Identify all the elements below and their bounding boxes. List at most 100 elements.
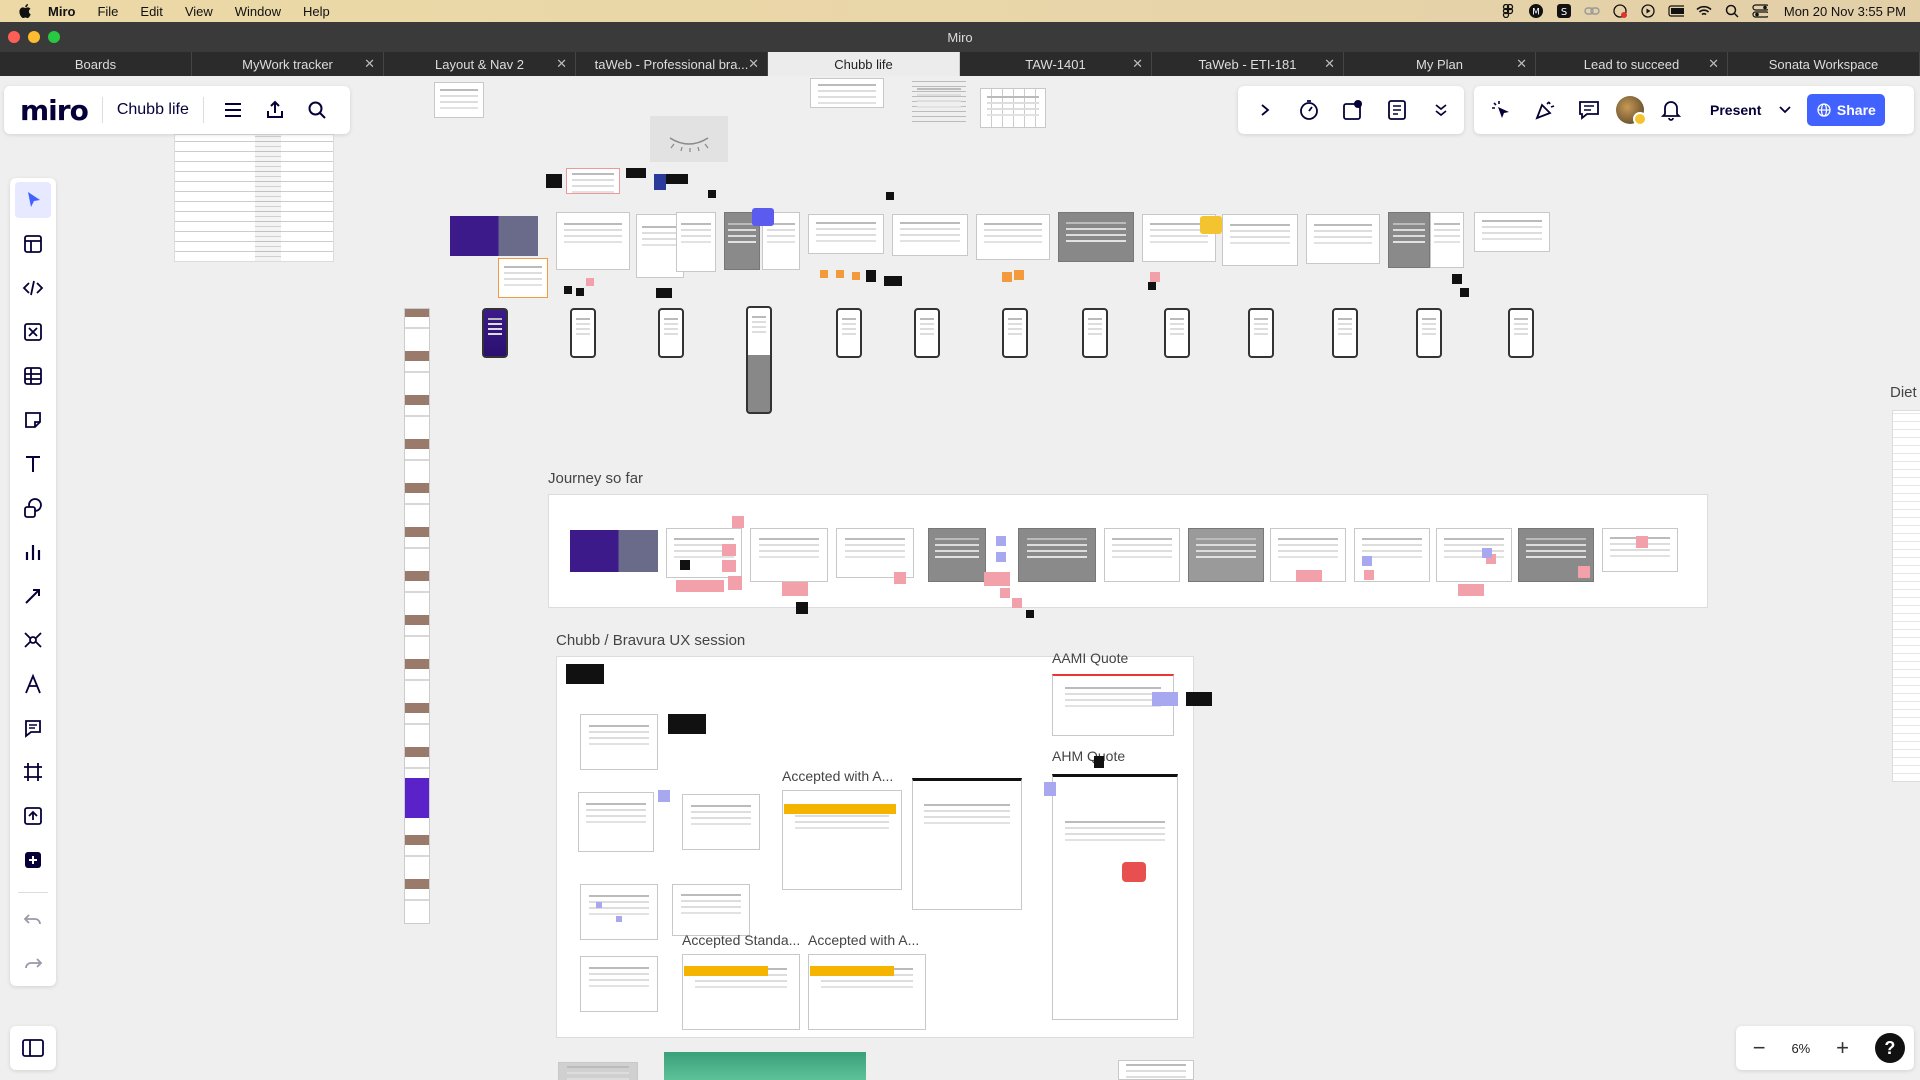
close-window-button[interactable] [8, 31, 20, 43]
journey-screen[interactable] [750, 528, 828, 582]
sticky-note[interactable] [782, 582, 808, 596]
zoom-in-button[interactable]: + [1829, 1034, 1857, 1062]
tab-my-plan[interactable]: My Plan ✕ [1344, 52, 1536, 76]
menu-view[interactable]: View [185, 4, 213, 19]
undo-icon[interactable] [15, 902, 51, 938]
flow-frame[interactable] [566, 168, 620, 194]
session-screen[interactable] [578, 792, 654, 852]
journey-screen[interactable] [928, 528, 986, 582]
sticky-note[interactable] [658, 790, 670, 802]
sticky-note[interactable] [732, 516, 744, 528]
sticky-note[interactable] [722, 560, 736, 572]
black-note[interactable] [626, 168, 646, 178]
black-note[interactable] [654, 174, 666, 190]
close-tab-icon[interactable]: ✕ [1132, 56, 1143, 72]
frame-title-ahm[interactable]: AHM Quote [1052, 748, 1125, 764]
journey-screen[interactable] [1188, 528, 1264, 582]
flow-frame[interactable] [498, 258, 548, 298]
sticky-note[interactable] [1014, 270, 1024, 280]
sticky-note[interactable] [676, 580, 724, 592]
tab-chubb-life[interactable]: Chubb life [768, 52, 960, 76]
close-tab-icon[interactable]: ✕ [748, 56, 759, 72]
sticky-note[interactable] [1002, 272, 1012, 282]
frame-title-accepted-1[interactable]: Accepted with A... [782, 768, 893, 784]
flow-frame[interactable] [1474, 212, 1550, 252]
black-note[interactable] [566, 664, 604, 684]
tab-boards[interactable]: Boards [0, 52, 192, 76]
sticky-note[interactable] [722, 544, 736, 556]
black-note[interactable] [884, 276, 902, 286]
close-tab-icon[interactable]: ✕ [1324, 56, 1335, 72]
reactions-icon[interactable] [1528, 93, 1562, 127]
black-note[interactable] [1460, 288, 1469, 297]
black-note[interactable] [656, 288, 672, 298]
tab-taw-1401[interactable]: TAW-1401 ✕ [960, 52, 1152, 76]
tab-mywork-tracker[interactable]: MyWork tracker ✕ [192, 52, 384, 76]
shapes-tool[interactable] [15, 490, 51, 526]
black-note[interactable] [668, 714, 706, 734]
toggle-panel-icon[interactable] [10, 1026, 56, 1070]
close-tab-icon[interactable]: ✕ [556, 56, 567, 72]
black-note[interactable] [1148, 282, 1156, 290]
close-tab-icon[interactable]: ✕ [1516, 56, 1527, 72]
black-note[interactable] [680, 560, 690, 570]
mobile-screen[interactable] [482, 308, 508, 358]
flow-frame[interactable] [556, 212, 630, 270]
board-canvas[interactable]: Journey so far Chubb / Bravura UX sessio… [0, 76, 1920, 1080]
black-note[interactable] [1186, 692, 1212, 706]
sticky-note[interactable] [894, 572, 906, 584]
frame-title-session[interactable]: Chubb / Bravura UX session [556, 632, 745, 649]
pen-tool[interactable] [15, 666, 51, 702]
tab-taweb-eti-181[interactable]: TaWeb - ETI-181 ✕ [1152, 52, 1344, 76]
status-s-icon[interactable]: S [1556, 4, 1572, 18]
frame-tool[interactable] [15, 754, 51, 790]
tab-sonata-workspace[interactable]: Sonata Workspace [1728, 52, 1920, 76]
sticky-note[interactable] [1044, 782, 1056, 796]
black-note[interactable] [708, 190, 716, 198]
black-note[interactable] [564, 286, 572, 294]
sticky-note[interactable] [1296, 570, 1322, 582]
sticky-note[interactable] [820, 270, 828, 278]
chevron-right-icon[interactable] [1248, 93, 1282, 127]
templates-tool[interactable] [15, 226, 51, 262]
status-link-icon[interactable] [1584, 4, 1600, 18]
mobile-screen[interactable] [1332, 308, 1358, 358]
session-screen[interactable] [682, 794, 760, 850]
notifications-bell-icon[interactable] [1654, 93, 1688, 127]
share-button[interactable]: Share [1807, 94, 1886, 126]
sticky-note[interactable] [1458, 584, 1484, 596]
diet-frame[interactable] [1892, 410, 1920, 782]
comment-tool[interactable] [15, 710, 51, 746]
wifi-icon[interactable] [1696, 4, 1712, 18]
small-frame[interactable] [912, 80, 966, 126]
sticky-note[interactable] [596, 902, 602, 908]
session-screen[interactable] [672, 884, 750, 936]
black-note[interactable] [1094, 756, 1104, 768]
main-menu-icon[interactable] [218, 95, 248, 125]
table-frame[interactable] [174, 134, 334, 262]
sticky-note[interactable] [1012, 598, 1022, 608]
sticky-note[interactable] [852, 272, 860, 280]
select-tool[interactable] [15, 182, 51, 218]
flow-frame[interactable] [1058, 212, 1134, 262]
apple-icon[interactable] [16, 4, 34, 18]
sticky-note[interactable] [836, 270, 844, 278]
status-m-icon[interactable]: M [1528, 4, 1544, 18]
sticky-note[interactable] [984, 572, 1010, 586]
mobile-screen[interactable] [658, 308, 684, 358]
zoom-out-button[interactable]: − [1745, 1034, 1773, 1062]
connection-line-tool[interactable] [15, 578, 51, 614]
minimize-window-button[interactable] [28, 31, 40, 43]
upload-tool[interactable] [15, 798, 51, 834]
frame-title-accepted-standard[interactable]: Accepted Standa... [682, 932, 800, 948]
voting-icon[interactable] [1336, 93, 1370, 127]
mobile-screen[interactable] [1002, 308, 1028, 358]
control-center-icon[interactable] [1752, 4, 1768, 18]
chevron-double-down-icon[interactable] [1424, 93, 1458, 127]
comment-icon[interactable] [1122, 862, 1146, 882]
flow-frame[interactable] [892, 214, 968, 256]
status-play-icon[interactable] [1640, 4, 1656, 18]
tab-taweb-professional[interactable]: taWeb - Professional bra... ✕ [576, 52, 768, 76]
sticky-note[interactable] [996, 536, 1006, 546]
sticky-note[interactable] [616, 916, 622, 922]
